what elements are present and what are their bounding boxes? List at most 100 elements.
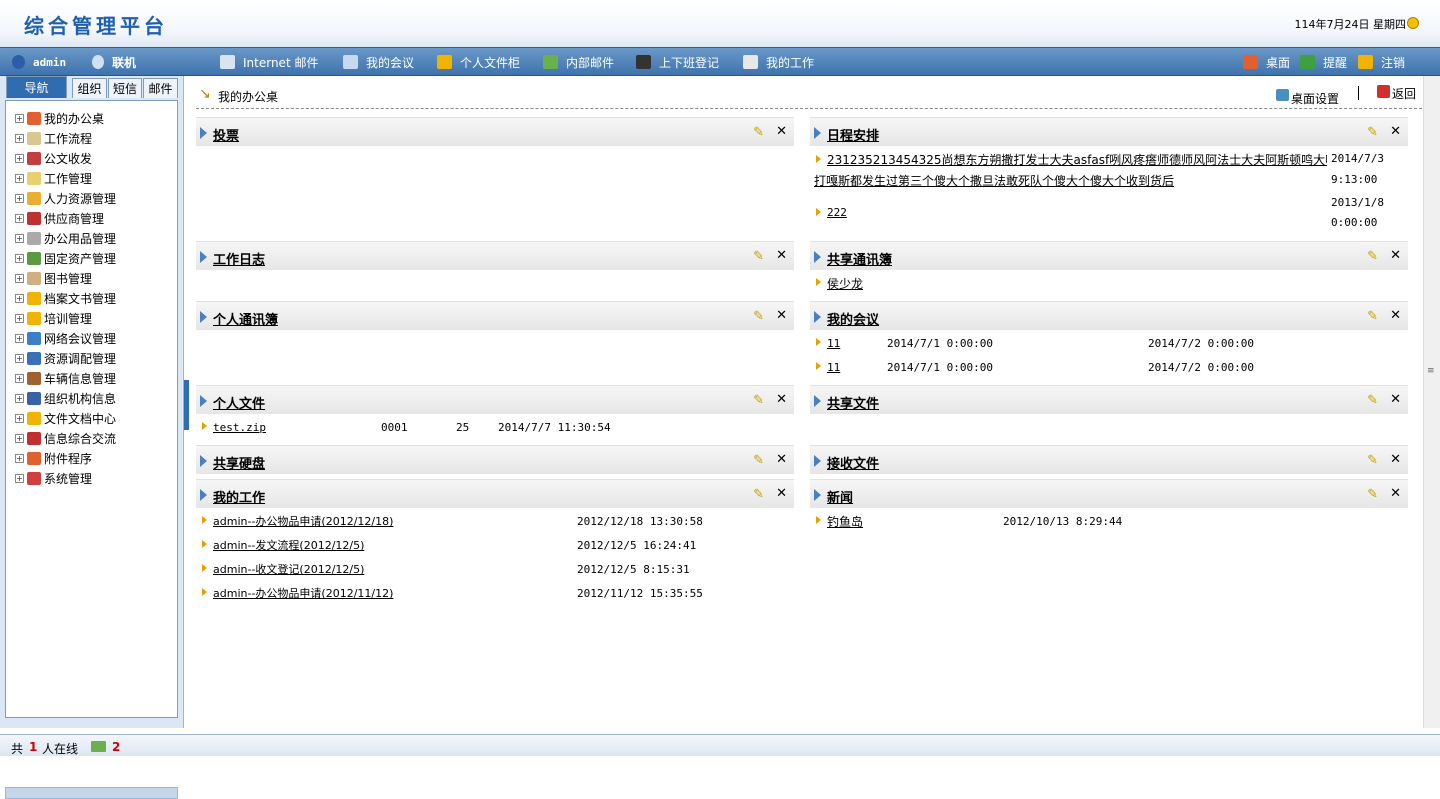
expand-icon[interactable]: + (15, 373, 24, 383)
close-icon[interactable]: ✕ (776, 486, 787, 501)
expand-icon[interactable]: + (15, 393, 24, 403)
close-icon[interactable]: ✕ (776, 248, 787, 263)
work-row[interactable]: admin--办公物品申请(2012/12/18) 2012/12/18 13:… (198, 511, 788, 531)
panel-title[interactable]: 工作日志 (213, 249, 265, 268)
nav-my-work[interactable]: 我的工作 (743, 48, 814, 76)
edit-icon[interactable]: ✎ (753, 125, 764, 140)
tab-organization[interactable]: 组织 (72, 78, 107, 98)
expand-triangle-icon[interactable] (814, 127, 821, 139)
expand-icon[interactable]: + (15, 473, 24, 483)
back-link[interactable]: 返回 (1392, 85, 1416, 102)
sidebar-splitter[interactable] (184, 380, 189, 430)
tree-system[interactable]: + 系统管理 (15, 468, 92, 488)
online-count[interactable]: 1 (29, 740, 37, 754)
expand-icon[interactable]: + (15, 153, 24, 163)
tree-training[interactable]: + 培训管理 (15, 308, 92, 328)
meeting-link[interactable]: 11 (827, 337, 840, 350)
mail-count[interactable]: 2 (112, 740, 120, 754)
nav-file-cabinet[interactable]: 个人文件柜 (437, 48, 520, 76)
vertical-scrollbar[interactable]: ≡ (1423, 76, 1440, 728)
edit-icon[interactable]: ✎ (1367, 487, 1378, 502)
panel-title[interactable]: 个人文件 (213, 393, 265, 412)
schedule-link[interactable]: 231235213454325尚想东方朔撒打发士大夫asfasf咧风疼瘩师德师风… (827, 151, 1327, 168)
edit-icon[interactable]: ✎ (753, 309, 764, 324)
contact-row[interactable]: 侯少龙 (812, 273, 1402, 293)
tree-file-center[interactable]: + 文件文档中心 (15, 408, 116, 428)
mail-icon[interactable] (91, 741, 106, 752)
tree-info-exchange[interactable]: + 信息综合交流 (15, 428, 116, 448)
expand-triangle-icon[interactable] (200, 251, 207, 263)
meeting-row[interactable]: 11 2014/7/1 0:00:00 2014/7/2 0:00:00 (812, 357, 1402, 377)
panel-title[interactable]: 共享通讯簿 (827, 249, 892, 268)
expand-icon[interactable]: + (15, 233, 24, 243)
online-status[interactable]: 联机 (92, 48, 136, 76)
edit-icon[interactable]: ✎ (1367, 309, 1378, 324)
close-icon[interactable]: ✕ (1390, 124, 1401, 139)
panel-title[interactable]: 新闻 (827, 487, 853, 506)
expand-icon[interactable]: + (15, 173, 24, 183)
expand-triangle-icon[interactable] (200, 127, 207, 139)
work-row[interactable]: admin--收文登记(2012/12/5) 2012/12/5 8:15:31 (198, 559, 788, 579)
user-item[interactable]: admin (12, 48, 66, 76)
nav-internal-mail[interactable]: 内部邮件 (543, 48, 614, 76)
meeting-row[interactable]: 11 2014/7/1 0:00:00 2014/7/2 0:00:00 (812, 333, 1402, 353)
expand-triangle-icon[interactable] (814, 395, 821, 407)
tree-document[interactable]: + 公文收发 (15, 148, 92, 168)
tab-mail[interactable]: 邮件 (143, 78, 178, 98)
contact-link[interactable]: 侯少龙 (827, 275, 863, 292)
edit-icon[interactable]: ✎ (753, 453, 764, 468)
expand-icon[interactable]: + (15, 353, 24, 363)
expand-triangle-icon[interactable] (200, 395, 207, 407)
expand-icon[interactable]: + (15, 213, 24, 223)
nav-attendance[interactable]: 上下班登记 (636, 48, 719, 76)
expand-triangle-icon[interactable] (200, 311, 207, 323)
edit-icon[interactable]: ✎ (1367, 453, 1378, 468)
edit-icon[interactable]: ✎ (753, 249, 764, 264)
edit-icon[interactable]: ✎ (1367, 393, 1378, 408)
panel-title[interactable]: 投票 (213, 125, 239, 144)
expand-icon[interactable]: + (15, 313, 24, 323)
expand-icon[interactable]: + (15, 273, 24, 283)
work-title-link[interactable]: admin--办公物品申请(2012/12/18) (213, 513, 393, 529)
panel-title[interactable]: 接收文件 (827, 453, 879, 472)
nav-reminder[interactable]: 提醒 (1300, 48, 1347, 76)
panel-title[interactable]: 个人通讯簿 (213, 309, 278, 328)
close-icon[interactable]: ✕ (1390, 486, 1401, 501)
desk-settings-link[interactable]: 桌面设置 (1291, 90, 1339, 107)
panel-title[interactable]: 共享硬盘 (213, 453, 265, 472)
work-row[interactable]: admin--办公物品申请(2012/11/12) 2012/11/12 15:… (198, 583, 788, 603)
nav-desktop[interactable]: 桌面 (1243, 48, 1290, 76)
tree-organization[interactable]: + 组织机构信息 (15, 388, 116, 408)
nav-logout[interactable]: 注销 (1358, 48, 1405, 76)
tree-office-supplies[interactable]: + 办公用品管理 (15, 228, 116, 248)
tree-workflow[interactable]: + 工作流程 (15, 128, 92, 148)
tree-hr[interactable]: + 人力资源管理 (15, 188, 116, 208)
edit-icon[interactable]: ✎ (1367, 125, 1378, 140)
schedule-link[interactable]: 222 (827, 206, 847, 219)
work-row[interactable]: admin--发文流程(2012/12/5) 2012/12/5 16:24:4… (198, 535, 788, 555)
close-icon[interactable]: ✕ (776, 452, 787, 467)
tab-navigation[interactable]: 导航 (6, 76, 67, 98)
tab-sms[interactable]: 短信 (108, 78, 142, 98)
work-title-link[interactable]: admin--发文流程(2012/12/5) (213, 537, 364, 553)
expand-triangle-icon[interactable] (200, 489, 207, 501)
expand-icon[interactable]: + (15, 133, 24, 143)
tree-vehicles[interactable]: + 车辆信息管理 (15, 368, 116, 388)
work-title-link[interactable]: admin--办公物品申请(2012/11/12) (213, 585, 393, 601)
expand-icon[interactable]: + (15, 193, 24, 203)
expand-icon[interactable]: + (15, 413, 24, 423)
edit-icon[interactable]: ✎ (753, 487, 764, 502)
expand-icon[interactable]: + (15, 433, 24, 443)
schedule-row[interactable]: 222 2013/1/8 0:00:00 (812, 194, 1412, 234)
expand-triangle-icon[interactable] (814, 311, 821, 323)
expand-icon[interactable]: + (15, 293, 24, 303)
file-row[interactable]: test.zip 0001 25 2014/7/7 11:30:54 (198, 417, 788, 437)
expand-triangle-icon[interactable] (814, 455, 821, 467)
tree-resources[interactable]: + 资源调配管理 (15, 348, 116, 368)
close-icon[interactable]: ✕ (1390, 308, 1401, 323)
expand-icon[interactable]: + (15, 453, 24, 463)
close-icon[interactable]: ✕ (776, 124, 787, 139)
edit-icon[interactable]: ✎ (753, 393, 764, 408)
close-icon[interactable]: ✕ (1390, 392, 1401, 407)
edit-icon[interactable]: ✎ (1367, 249, 1378, 264)
